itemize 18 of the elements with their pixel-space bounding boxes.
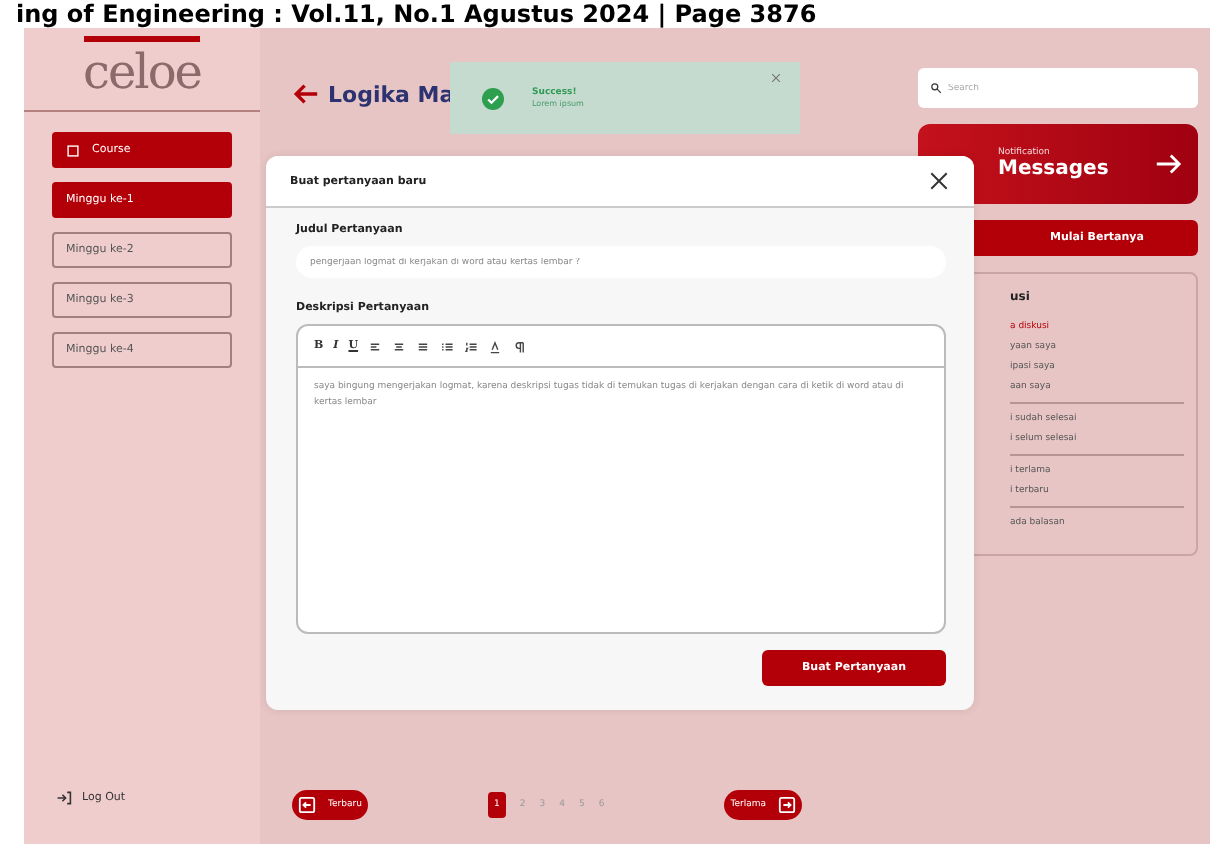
text-color-icon <box>488 339 503 353</box>
page-header: ing of Engineering : Vol.11, No.1 Agustus 2024 | Page 3876 <box>14 0 819 28</box>
align-justify-icon <box>416 339 431 353</box>
logo: celoe <box>83 36 201 102</box>
search-icon <box>930 82 942 94</box>
right-arrow-box-icon <box>778 795 797 813</box>
numbered-list-icon <box>464 339 479 353</box>
logout-icon <box>56 790 72 806</box>
check-circle-icon <box>482 87 504 109</box>
align-left-icon <box>368 339 383 353</box>
paragraph-icon <box>512 339 527 353</box>
close-icon <box>928 170 950 192</box>
left-arrow-box-icon <box>298 795 316 813</box>
right-arrow-icon <box>1154 150 1182 178</box>
align-center-icon <box>392 339 407 353</box>
back-arrow-icon <box>292 80 320 108</box>
close-icon[interactable] <box>772 74 780 82</box>
bullet-list-icon <box>440 339 455 353</box>
